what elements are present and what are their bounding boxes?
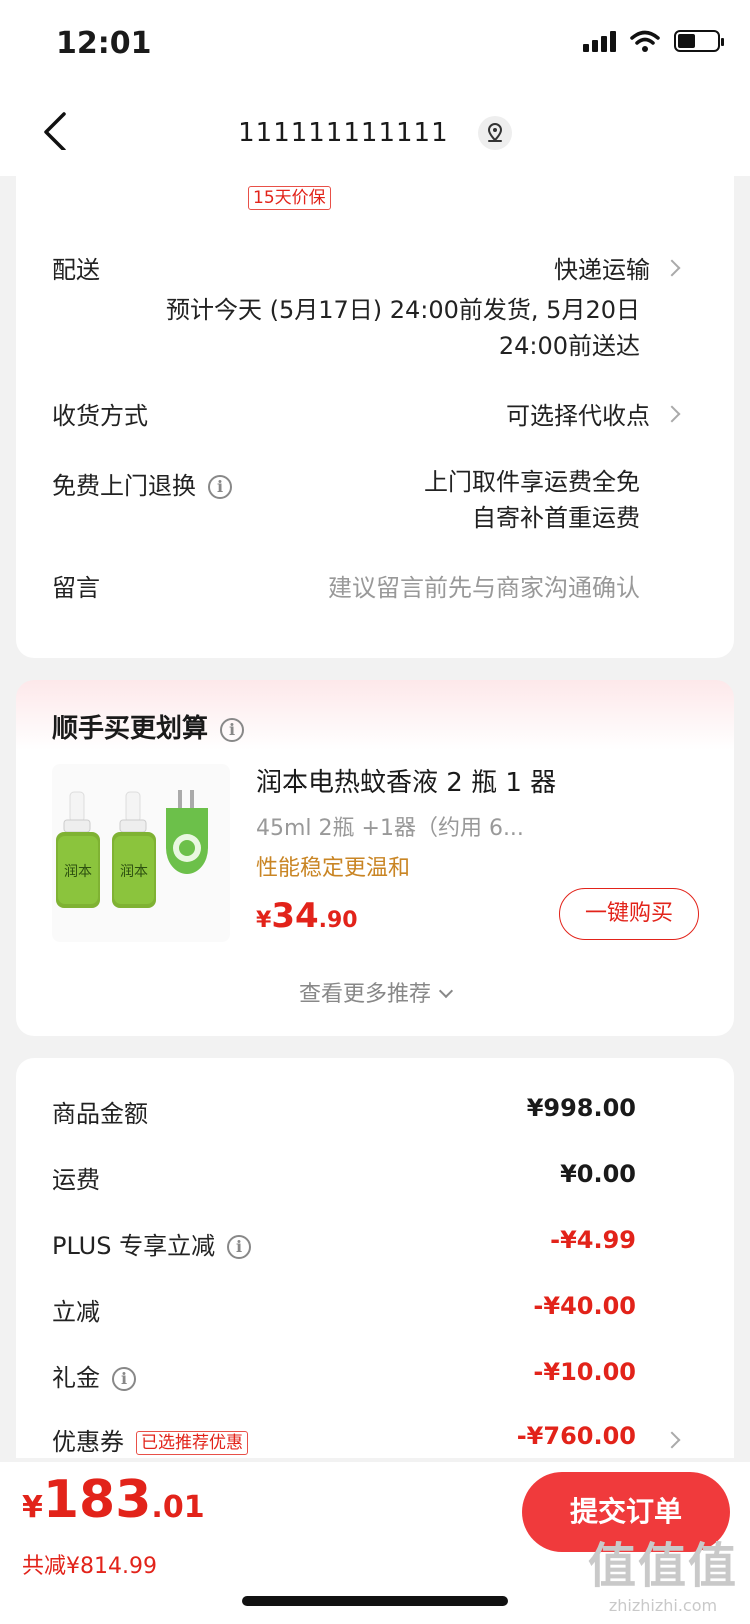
total-dec: .01 <box>151 1490 205 1525</box>
product-name[interactable]: 润本电热蚊香液 2 瓶 1 器 <box>256 762 556 799</box>
nav-title[interactable]: 111111111111 <box>0 116 750 150</box>
product-tagline: 性能稳定更温和 <box>256 856 411 881</box>
total-int: 183 <box>42 1470 152 1530</box>
delivery-estimate-line2: 24:00前送达 <box>498 332 640 360</box>
wifi-icon <box>630 30 660 52</box>
battery-icon <box>674 30 724 52</box>
info-icon[interactable]: i <box>220 717 245 742</box>
recommend-title-text: 顺手买更划算 <box>52 714 209 744</box>
message-input[interactable]: 建议留言前先与商家沟通确认 <box>328 568 640 603</box>
instant-discount-label: 立减 <box>52 1298 100 1326</box>
more-recommend-link[interactable]: 查看更多推荐 <box>16 976 734 1008</box>
coupon-selected-tag: 已选推荐优惠 <box>136 1431 248 1455</box>
delivery-method[interactable]: 快递运输 <box>554 250 650 285</box>
total-currency: ¥ <box>22 1490 43 1525</box>
one-click-buy-button[interactable]: 一键购买 <box>559 888 699 940</box>
product-image[interactable]: 润本 润本 <box>52 764 230 942</box>
plus-discount-label: PLUS 专享立减 i <box>52 1226 252 1261</box>
receive-value[interactable]: 可选择代收点 <box>506 396 650 431</box>
gift-money-label: 礼金 i <box>52 1358 136 1393</box>
chevron-down-icon <box>438 983 454 999</box>
bottom-bar: ¥183.01 共减¥814.99 提交订单 值值值 zhizhizhi.com <box>0 1462 750 1624</box>
plus-discount-text: PLUS 专享立减 <box>52 1232 216 1260</box>
status-bar: 12:01 <box>0 0 750 88</box>
price-int: 34 <box>271 896 319 936</box>
product-spec: 45ml 2瓶 +1器（约用 6... <box>256 816 524 841</box>
address-title: 111111111111 <box>238 118 449 148</box>
info-icon[interactable]: i <box>208 475 232 499</box>
free-return-line1: 上门取件享运费全免 <box>424 468 640 496</box>
recommend-card: 顺手买更划算 i 润本 润本 润本电热蚊香液 2 瓶 1 器 45ml 2瓶 +1… <box>16 680 734 1036</box>
brand-text: 润本 <box>64 864 92 880</box>
instant-discount-value: -¥40.00 <box>533 1292 636 1320</box>
delivery-card: 15天价保 配送 快递运输 预计今天 (5月17日) 24:00前发货, 5月2… <box>16 150 734 658</box>
watermark-logo: 值值值 <box>587 1538 738 1594</box>
more-recommend-label: 查看更多推荐 <box>298 982 431 1007</box>
shipping-value: ¥0.00 <box>560 1160 636 1188</box>
order-total: ¥183.01 <box>22 1470 205 1530</box>
info-icon[interactable]: i <box>227 1235 252 1259</box>
coupon-text: 优惠券 <box>52 1428 124 1456</box>
free-return-text: 免费上门退换 <box>52 472 196 500</box>
goods-amount-label: 商品金额 <box>52 1100 148 1128</box>
delivery-label: 配送 <box>52 256 100 284</box>
goods-amount-value: ¥998.00 <box>526 1094 636 1122</box>
gift-money-text: 礼金 <box>52 1364 100 1392</box>
product-price: ¥34.90 <box>256 896 358 936</box>
location-pin-icon[interactable] <box>477 116 512 150</box>
cellular-signal-icon <box>583 30 616 52</box>
coupon-label: 优惠券 已选推荐优惠 <box>52 1422 248 1457</box>
status-time: 12:01 <box>56 26 152 61</box>
delivery-estimate-line1: 预计今天 (5月17日) 24:00前发货, 5月20日 <box>165 296 640 324</box>
free-return-label: 免费上门退换 i <box>52 466 232 501</box>
info-icon[interactable]: i <box>112 1367 136 1391</box>
coupon-value[interactable]: -¥760.00 <box>517 1422 636 1450</box>
site-watermark: 值值值 zhizhizhi.com <box>588 1526 738 1615</box>
receive-label: 收货方式 <box>52 402 148 430</box>
price-dec: .90 <box>318 908 358 933</box>
home-indicator[interactable] <box>242 1596 508 1606</box>
brand-text: 润本 <box>120 864 148 880</box>
coupon-chevron-icon[interactable] <box>663 1431 681 1449</box>
recommend-title: 顺手买更划算 i <box>52 708 245 745</box>
receive-chevron-icon[interactable] <box>663 405 681 423</box>
free-return-line2: 自寄补首重运费 <box>472 504 640 532</box>
price-currency: ¥ <box>256 908 272 933</box>
total-saved: 共减¥814.99 <box>22 1554 157 1579</box>
delivery-chevron-icon[interactable] <box>663 259 681 277</box>
price-detail-card: 商品金额 ¥998.00 运费 ¥0.00 PLUS 专享立减 i -¥4.99 … <box>16 1058 734 1458</box>
message-label: 留言 <box>52 574 100 602</box>
watermark-url: zhizhizhi.com <box>608 1596 718 1615</box>
price-protect-tag: 15天价保 <box>248 186 331 210</box>
plus-discount-value: -¥4.99 <box>550 1226 636 1254</box>
status-icons <box>583 30 724 52</box>
shipping-label: 运费 <box>52 1166 100 1194</box>
gift-money-value: -¥10.00 <box>533 1358 636 1386</box>
cut-off-text <box>256 160 646 174</box>
